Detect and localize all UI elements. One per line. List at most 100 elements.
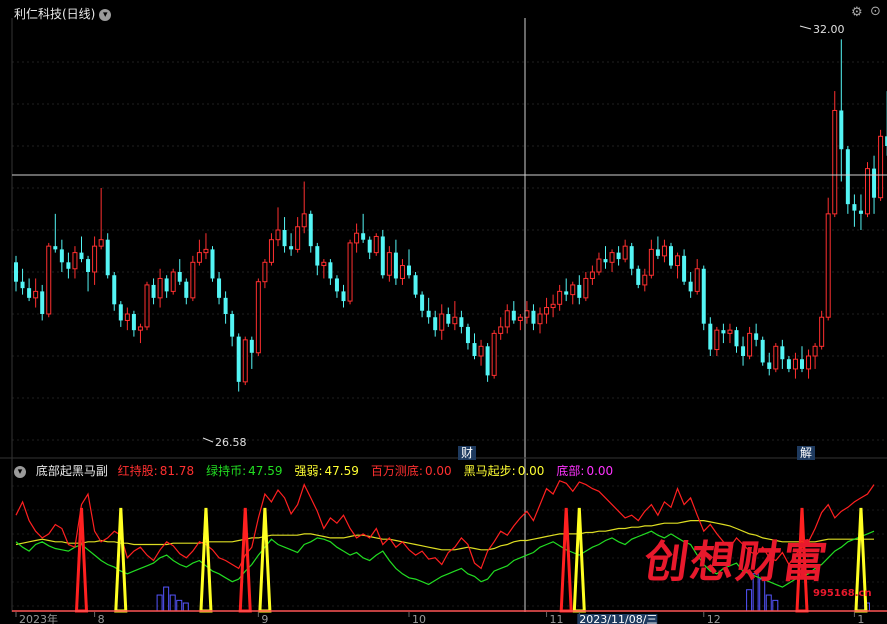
candle-body bbox=[459, 317, 464, 327]
candle-body bbox=[636, 268, 641, 285]
yellow-spike bbox=[114, 507, 128, 613]
candle bbox=[780, 339, 785, 369]
candle-body bbox=[570, 284, 576, 296]
watermark-url: 995168.cn bbox=[813, 588, 872, 599]
indicator-header: ▾ 底部起黑马副 红持股: 81.78 绿持币: 47.59 强弱: 47.59 百万测底:… bbox=[14, 462, 631, 479]
yellow-spike bbox=[258, 507, 272, 613]
indicator-item-value: 47.59 bbox=[324, 464, 359, 478]
candle bbox=[872, 155, 877, 214]
yellow-spike bbox=[572, 507, 586, 613]
candle bbox=[747, 326, 753, 360]
candle bbox=[819, 310, 825, 350]
candle-body bbox=[616, 252, 621, 260]
candle bbox=[531, 304, 536, 331]
candle bbox=[472, 333, 477, 360]
red-spike bbox=[559, 507, 573, 613]
candle bbox=[242, 336, 248, 386]
candle bbox=[688, 272, 693, 298]
candle-body bbox=[577, 284, 582, 298]
candle-body bbox=[53, 246, 58, 250]
candle-body bbox=[446, 314, 451, 324]
candle bbox=[86, 255, 91, 292]
candle bbox=[66, 252, 71, 279]
candle bbox=[249, 336, 254, 369]
candle-body bbox=[727, 329, 733, 334]
candle-body bbox=[393, 252, 398, 279]
candle-body bbox=[485, 346, 490, 376]
candle-body bbox=[439, 313, 445, 331]
indicator-item-label: 绿持币: bbox=[206, 464, 247, 478]
candle-body bbox=[478, 345, 484, 357]
candle-body bbox=[688, 281, 693, 292]
candle bbox=[92, 236, 98, 285]
candle bbox=[53, 213, 58, 253]
candle bbox=[20, 268, 25, 295]
candle bbox=[550, 294, 556, 318]
candle bbox=[347, 239, 353, 305]
candle-body bbox=[858, 210, 863, 214]
candle bbox=[144, 281, 150, 331]
candle bbox=[255, 278, 261, 356]
candle-body bbox=[832, 109, 838, 215]
candle bbox=[648, 239, 654, 279]
candle-body bbox=[98, 239, 104, 247]
candle-body bbox=[407, 265, 411, 276]
settings-icon[interactable]: ⚙ bbox=[851, 5, 865, 20]
candle-body bbox=[236, 336, 241, 382]
candle-body bbox=[361, 233, 366, 240]
candle bbox=[105, 233, 110, 279]
candle-body bbox=[531, 310, 536, 324]
chart-title: 利仁科技(日线) ▾ bbox=[14, 5, 112, 22]
candle-body bbox=[249, 339, 254, 353]
candle-body bbox=[786, 359, 791, 369]
candle bbox=[328, 259, 333, 285]
close-icon[interactable]: ⊙ bbox=[870, 4, 884, 19]
candle-body bbox=[124, 313, 130, 321]
candle-body bbox=[262, 261, 268, 283]
x-tick-label: 10 bbox=[412, 613, 426, 624]
candle-body bbox=[334, 278, 339, 292]
candle-body bbox=[46, 245, 52, 315]
candle bbox=[59, 239, 64, 272]
candle-body bbox=[701, 268, 706, 324]
chevron-down-icon[interactable]: ▾ bbox=[14, 465, 26, 478]
event-marker-unlock[interactable]: 解 bbox=[797, 446, 816, 460]
candle bbox=[564, 278, 569, 302]
candle-body bbox=[773, 345, 779, 370]
candle-body bbox=[872, 168, 877, 198]
indicator-item: 百万测底: 0.00 bbox=[371, 464, 458, 478]
event-marker-finance[interactable]: 财 bbox=[458, 446, 477, 460]
candle bbox=[164, 275, 169, 298]
candle bbox=[603, 246, 608, 269]
candle-body bbox=[714, 329, 720, 351]
candle-body bbox=[230, 314, 235, 337]
candle bbox=[72, 246, 78, 279]
watermark-logo: 创想财富 995168.cn bbox=[641, 526, 872, 610]
indicator-item-value: 0.00 bbox=[586, 464, 614, 478]
candle-body bbox=[812, 345, 818, 357]
candle bbox=[636, 265, 641, 289]
candle-body bbox=[59, 249, 64, 263]
candle bbox=[393, 239, 398, 285]
candle bbox=[190, 255, 196, 302]
candle-body bbox=[275, 229, 281, 241]
candle-body bbox=[386, 252, 392, 276]
candle bbox=[118, 301, 123, 327]
candle-body bbox=[137, 326, 143, 331]
x-tick-label: 1 bbox=[857, 613, 864, 624]
candle-body bbox=[622, 245, 628, 260]
candle bbox=[537, 307, 543, 334]
candle-body bbox=[196, 252, 202, 263]
candle bbox=[33, 278, 39, 308]
candle bbox=[223, 291, 228, 324]
candle bbox=[170, 268, 176, 295]
x-tick-label: 2023年 bbox=[19, 612, 58, 624]
candle-body bbox=[118, 304, 123, 321]
candle-body bbox=[754, 333, 759, 340]
candle-body bbox=[373, 235, 379, 254]
candle bbox=[399, 259, 405, 285]
chevron-down-icon[interactable]: ▾ bbox=[99, 8, 112, 21]
candle bbox=[373, 233, 379, 256]
candle bbox=[210, 246, 215, 282]
candle bbox=[609, 249, 615, 272]
